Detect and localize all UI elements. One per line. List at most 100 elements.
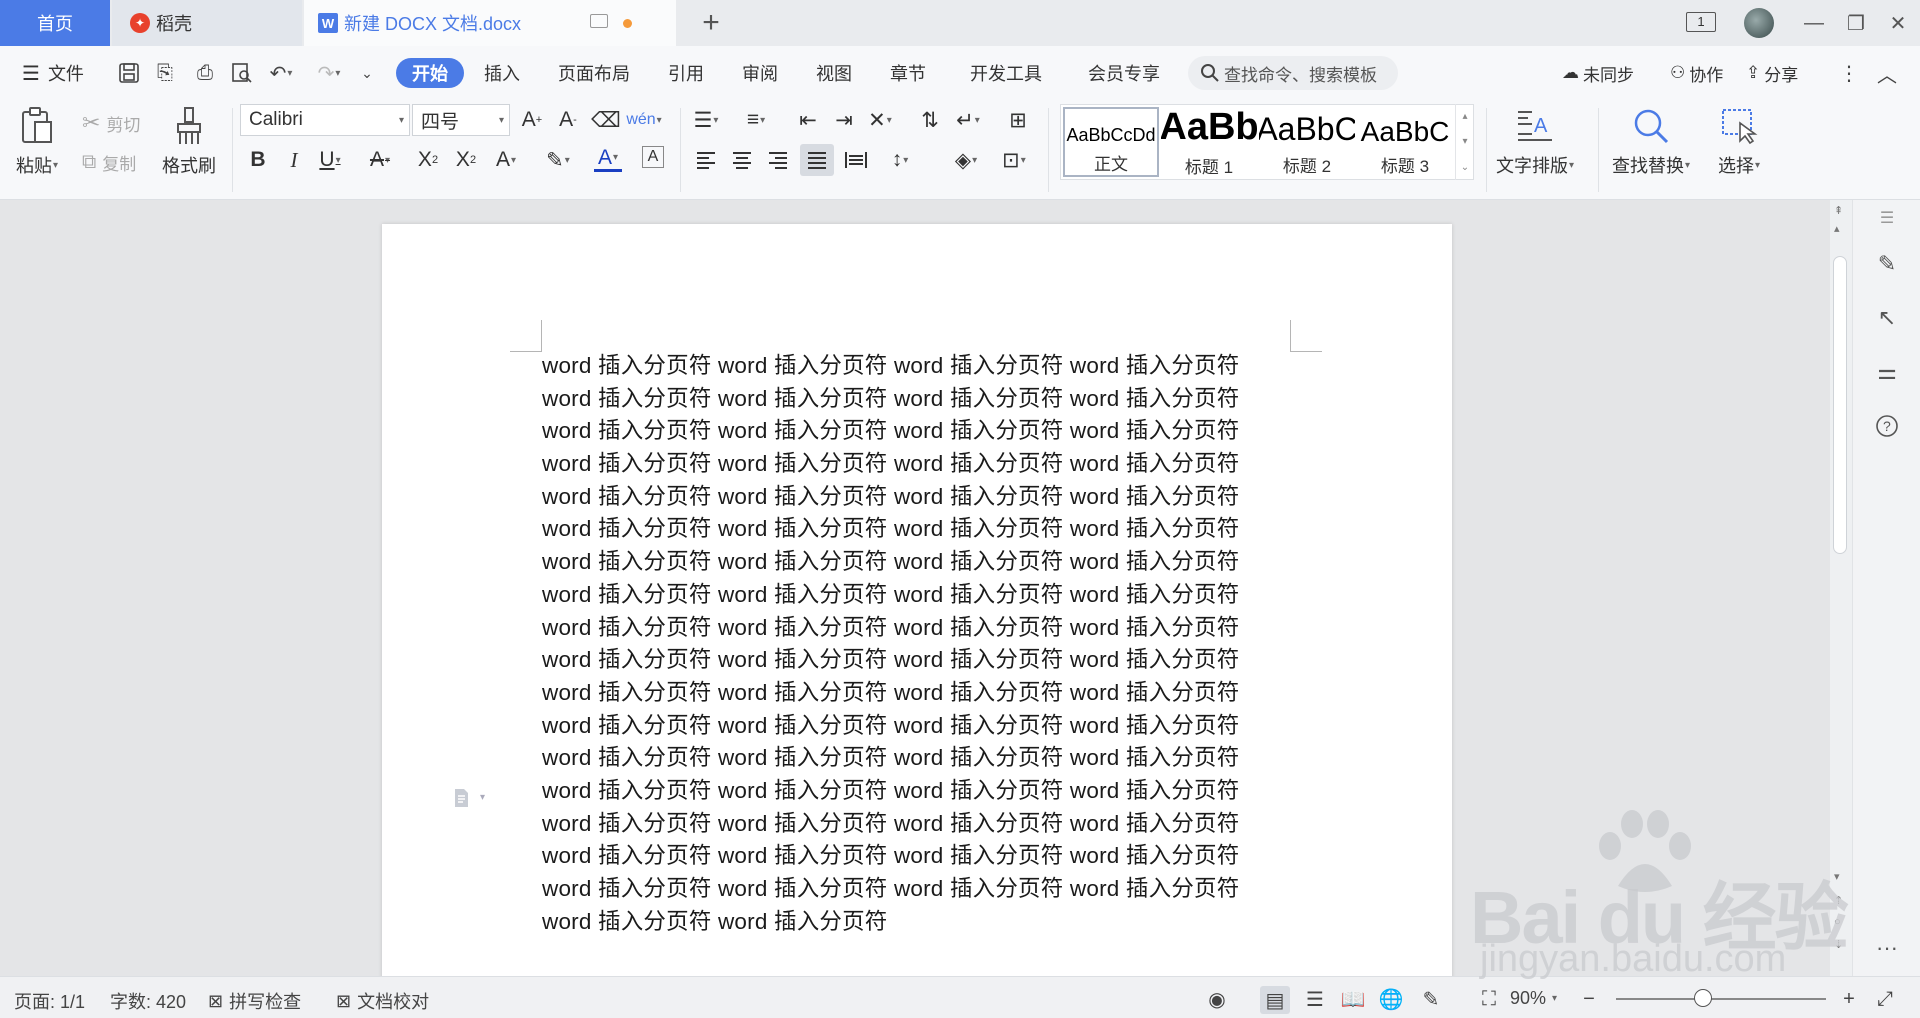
style-heading-1[interactable]: AaBb 标题 1	[1161, 107, 1257, 177]
strikethrough-icon[interactable]: A ▾	[366, 146, 394, 174]
panel-menu-icon[interactable]: ☰	[1873, 204, 1901, 232]
word-count[interactable]: 字数: 420	[110, 988, 186, 1014]
shading-icon[interactable]: ◈ ▾	[952, 146, 980, 174]
page-indicator[interactable]: 页面: 1/1	[14, 988, 85, 1014]
style-normal[interactable]: AaBbCcDd 正文	[1063, 107, 1159, 177]
tab-section[interactable]: 章节	[890, 58, 926, 88]
pen-icon[interactable]: ✎	[1873, 250, 1901, 278]
document-line[interactable]: word 插入分页符 word 插入分页符 word 插入分页符 word 插入…	[542, 415, 1292, 448]
scroll-top-icon[interactable]: ⇞	[1834, 204, 1843, 217]
document-line[interactable]: word 插入分页符 word 插入分页符 word 插入分页符 word 插入…	[542, 808, 1292, 841]
tab-references[interactable]: 引用	[668, 58, 704, 88]
window-count-icon[interactable]: 1	[1686, 12, 1716, 32]
format-painter-qat-icon[interactable]: ⎘	[152, 60, 178, 86]
font-name-select[interactable]: Calibri ▾	[240, 104, 410, 136]
doc-proof-button[interactable]: ⊠ 文档校对	[336, 988, 429, 1014]
more-icon[interactable]: ⋮	[1836, 60, 1862, 86]
more-options-icon[interactable]: ···	[1873, 934, 1901, 962]
customize-qat-icon[interactable]: ⌄	[354, 60, 380, 86]
find-replace-button[interactable]: 查找替换 ▾	[1612, 106, 1690, 178]
fit-page-icon[interactable]: ⛶	[1476, 986, 1502, 1012]
save-icon[interactable]	[116, 60, 142, 86]
document-page[interactable]: word 插入分页符 word 插入分页符 word 插入分页符 word 插入…	[382, 224, 1452, 984]
pinyin-guide-icon[interactable]: wén ▾	[626, 106, 661, 134]
select-button[interactable]: 选择 ▾	[1718, 106, 1760, 178]
sync-button[interactable]: ☁ 未同步	[1562, 58, 1634, 88]
print-icon[interactable]: ⎙	[192, 60, 218, 86]
new-tab-plus-icon[interactable]: +	[696, 6, 726, 39]
chinese-layout-icon[interactable]: ✕ ▾	[866, 106, 894, 134]
document-line[interactable]: word 插入分页符 word 插入分页符 word 插入分页符 word 插入…	[542, 775, 1292, 808]
tab-page-layout[interactable]: 页面布局	[558, 58, 630, 88]
tab-review[interactable]: 审阅	[742, 58, 778, 88]
file-menu[interactable]: ☰ 文件	[22, 58, 84, 88]
document-line[interactable]: word 插入分页符 word 插入分页符 word 插入分页符 word 插入…	[542, 612, 1292, 645]
tab-home-ribbon[interactable]: 开始	[396, 58, 464, 88]
scroll-down-icon[interactable]: ▾	[1462, 136, 1467, 147]
scrollbar-thumb[interactable]	[1833, 256, 1847, 554]
collab-button[interactable]: ⚇ 协作	[1670, 58, 1723, 88]
grow-font-icon[interactable]: A +	[518, 106, 546, 134]
scroll-up-icon[interactable]: ▴	[1462, 111, 1467, 122]
zoom-level-select[interactable]: 90% ▾	[1510, 988, 1557, 1009]
tab-home[interactable]: 首页	[0, 0, 110, 46]
document-line[interactable]: word 插入分页符 word 插入分页符	[542, 906, 1292, 939]
outline-view-icon[interactable]: ☰	[1302, 986, 1328, 1012]
redo-icon[interactable]: ↷ ▾	[316, 60, 342, 86]
subscript-icon[interactable]: X2	[452, 146, 480, 174]
numbered-list-icon[interactable]: ≡ ▾	[742, 106, 770, 134]
copy-button[interactable]: ⧉ 复制	[82, 150, 136, 175]
style-heading-3[interactable]: AaBbC 标题 3	[1357, 107, 1453, 177]
document-line[interactable]: word 插入分页符 word 插入分页符 word 插入分页符 word 插入…	[542, 448, 1292, 481]
zoom-out-icon[interactable]: −	[1576, 986, 1602, 1012]
table-grid-icon[interactable]: ⊞	[1004, 106, 1032, 134]
align-center-icon[interactable]	[728, 146, 756, 174]
adjust-icon[interactable]: ⚌	[1873, 358, 1901, 386]
paragraph-menu-caret-icon[interactable]: ▾	[480, 792, 485, 803]
tab-developer[interactable]: 开发工具	[970, 58, 1042, 88]
text-effect-icon[interactable]: A ▾	[492, 146, 520, 174]
print-preview-icon[interactable]	[229, 60, 255, 86]
highlight-icon[interactable]: ✎ ▾	[544, 146, 572, 174]
document-line[interactable]: word 插入分页符 word 插入分页符 word 插入分页符 word 插入…	[542, 710, 1292, 743]
document-line[interactable]: word 插入分页符 word 插入分页符 word 插入分页符 word 插入…	[542, 677, 1292, 710]
collapse-ribbon-icon[interactable]: ︿	[1874, 60, 1900, 87]
increase-indent-icon[interactable]: ⇥	[830, 106, 858, 134]
document-line[interactable]: word 插入分页符 word 插入分页符 word 插入分页符 word 插入…	[542, 644, 1292, 677]
document-line[interactable]: word 插入分页符 word 插入分页符 word 插入分页符 word 插入…	[542, 742, 1292, 775]
document-line[interactable]: word 插入分页符 word 插入分页符 word 插入分页符 word 插入…	[542, 873, 1292, 906]
share-button[interactable]: ⇪ 分享	[1746, 58, 1798, 88]
close-icon[interactable]: ✕	[1880, 8, 1916, 38]
document-line[interactable]: word 插入分页符 word 插入分页符 word 插入分页符 word 插入…	[542, 579, 1292, 612]
font-size-select[interactable]: 四号 ▾	[412, 104, 510, 136]
page-view-icon[interactable]: ▤	[1260, 986, 1290, 1014]
shrink-font-icon[interactable]: A-	[554, 106, 582, 134]
line-spacing-icon[interactable]: ↕ ▾	[886, 146, 914, 174]
web-view-icon[interactable]: 🌐	[1378, 986, 1404, 1012]
document-body[interactable]: word 插入分页符 word 插入分页符 word 插入分页符 word 插入…	[542, 350, 1292, 938]
tab-insert[interactable]: 插入	[484, 58, 520, 88]
align-left-icon[interactable]	[692, 146, 720, 174]
align-right-icon[interactable]	[764, 146, 792, 174]
monitor-icon[interactable]	[590, 14, 608, 28]
superscript-icon[interactable]: X2	[414, 146, 442, 174]
fullscreen-icon[interactable]: ⤢	[1872, 986, 1898, 1012]
document-line[interactable]: word 插入分页符 word 插入分页符 word 插入分页符 word 插入…	[542, 481, 1292, 514]
reading-view-icon[interactable]: 📖	[1340, 986, 1366, 1012]
avatar[interactable]	[1744, 8, 1774, 38]
tab-member[interactable]: 会员专享	[1088, 58, 1160, 88]
scroll-down-arrow-icon[interactable]: ▾	[1834, 870, 1840, 883]
bullet-list-icon[interactable]: ☰ ▾	[692, 106, 720, 134]
clear-format-icon[interactable]: ⌫	[591, 106, 621, 134]
zoom-in-icon[interactable]: +	[1836, 986, 1862, 1012]
paste-button[interactable]: 粘贴 ▾	[16, 106, 58, 178]
vertical-scrollbar[interactable]: ⇞ ▴ ▾ ⇡ ○ ⇣	[1830, 200, 1852, 976]
spell-check-button[interactable]: ⊠ 拼写检查	[208, 988, 301, 1014]
char-border-icon[interactable]: A	[642, 146, 664, 168]
borders-icon[interactable]: ⊡ ▾	[1000, 146, 1028, 174]
bold-icon[interactable]: B	[244, 146, 272, 174]
command-search-input[interactable]: 查找命令、搜索模板	[1188, 56, 1398, 90]
distribute-icon[interactable]	[842, 146, 870, 174]
help-icon[interactable]: ?	[1873, 412, 1901, 440]
justify-icon[interactable]	[800, 144, 834, 176]
